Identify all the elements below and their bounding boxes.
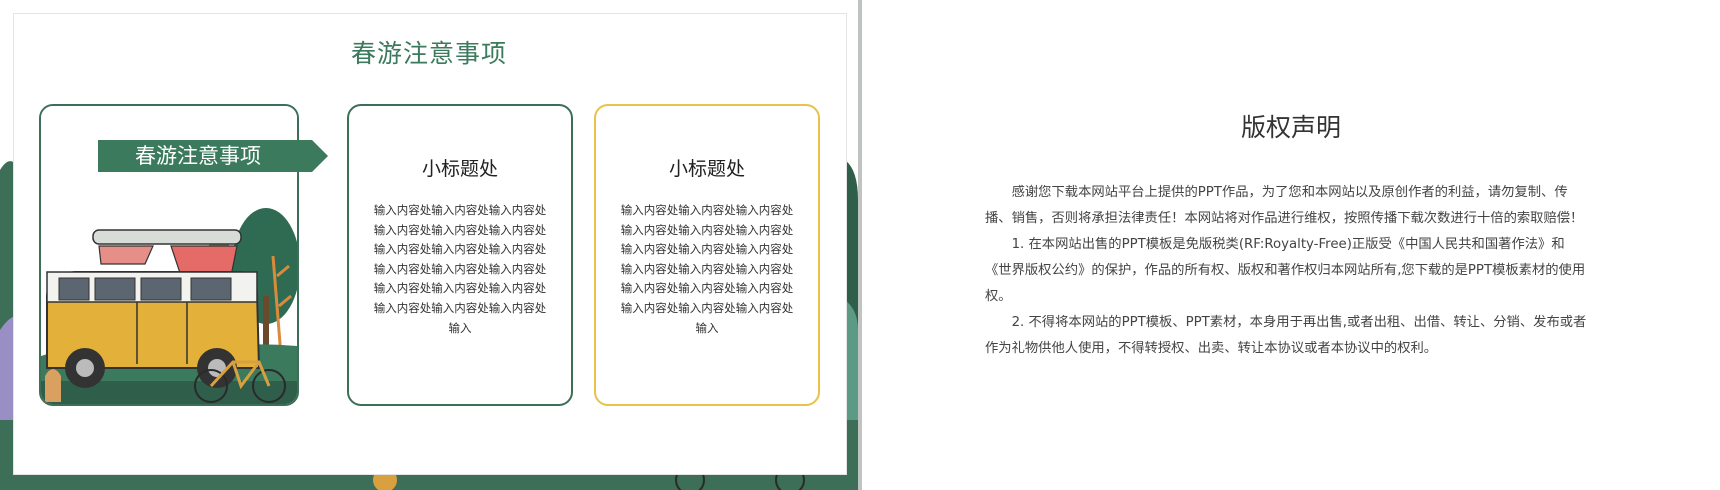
slide-spring-outing: 春游注意事项 春游注意事项 小标题处 输入内容处输入内容处输入内容处输入内容处输…: [0, 0, 858, 490]
copyright-paragraph: 1. 在本网站出售的PPT模板是免版税类(RF:Royalty-Free)正版受…: [985, 237, 1586, 304]
ribbon-label: 春游注意事项: [135, 144, 261, 168]
copyright-title: 版权声明: [1240, 113, 1341, 142]
slide-copyright: 版权声明 感谢您下载本网站平台上提供的PPT作品，为了您和本网站以及原创作者的利…: [862, 0, 1720, 490]
card-body: 输入内容处输入内容处输入内容处输入内容处输入内容处输入内容处输入内容处输入内容处…: [373, 203, 547, 335]
info-card-2: 小标题处 输入内容处输入内容处输入内容处输入内容处输入内容处输入内容处输入内容处…: [594, 104, 820, 406]
slide-title: 春游注意事项: [350, 39, 507, 68]
copyright-paragraph: 2. 不得将本网站的PPT模板、PPT素材，本身用于再出售,或者出租、出借、转让…: [985, 315, 1587, 356]
card-body: 输入内容处输入内容处输入内容处输入内容处输入内容处输入内容处输入内容处输入内容处…: [620, 203, 794, 335]
copyright-paragraph: 感谢您下载本网站平台上提供的PPT作品，为了您和本网站以及原创作者的利益，请勿复…: [985, 185, 1584, 226]
card-heading: 小标题处: [668, 158, 745, 180]
copyright-body: 感谢您下载本网站平台上提供的PPT作品，为了您和本网站以及原创作者的利益，请勿复…: [985, 180, 1589, 362]
info-card-1: 小标题处 输入内容处输入内容处输入内容处输入内容处输入内容处输入内容处输入内容处…: [347, 104, 573, 406]
card-heading: 小标题处: [421, 158, 498, 180]
